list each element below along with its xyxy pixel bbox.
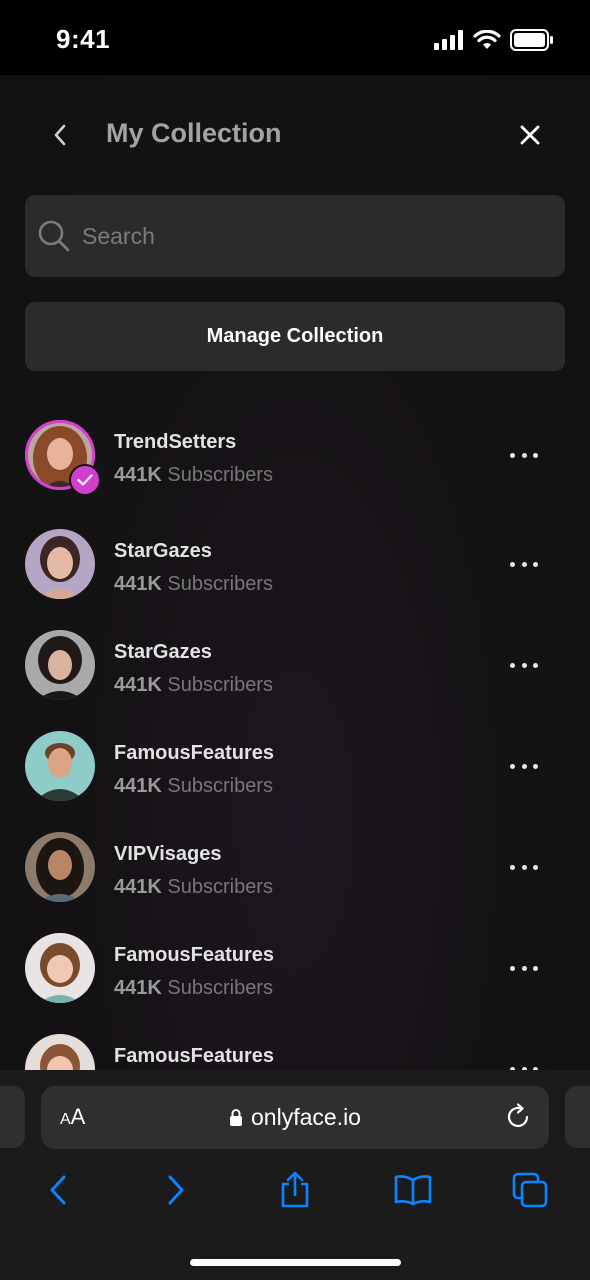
avatar <box>25 529 95 599</box>
next-tab-preview[interactable] <box>565 1086 590 1148</box>
avatar <box>25 731 95 801</box>
reload-icon <box>507 1103 529 1128</box>
item-subscribers: 441K Subscribers <box>114 674 273 697</box>
list-item[interactable]: VIPVisages 441K Subscribers <box>0 832 590 912</box>
more-horizontal-icon <box>510 561 515 567</box>
selected-badge <box>69 464 101 496</box>
list-item[interactable]: StarGazes 441K Subscribers <box>0 630 590 710</box>
status-bar: 9:41 <box>0 0 590 75</box>
subscriber-count: 441K <box>114 464 162 486</box>
nav-forward-button[interactable] <box>156 1170 196 1210</box>
search-bar[interactable] <box>25 195 565 277</box>
lock-icon <box>230 1109 243 1126</box>
previous-tab-preview[interactable] <box>0 1086 25 1148</box>
subscriber-count: 441K <box>114 977 162 999</box>
share-button[interactable] <box>275 1170 315 1210</box>
list-item[interactable]: TrendSetters 441K Subscribers <box>0 420 590 500</box>
more-horizontal-icon <box>510 864 515 870</box>
more-horizontal-icon <box>510 662 515 668</box>
header: My Collection <box>0 75 590 195</box>
subscriber-count: 441K <box>114 775 162 797</box>
item-name: VIPVisages <box>114 843 222 865</box>
item-subscribers: 441K Subscribers <box>114 464 273 487</box>
page-title: My Collection <box>106 118 282 148</box>
item-name: FamousFeatures <box>114 1045 275 1067</box>
tabs-icon <box>512 1172 548 1208</box>
subscriber-count: 441K <box>114 876 162 898</box>
list-item[interactable]: FamousFeatures 441K Subscribers <box>0 933 590 1013</box>
share-icon <box>281 1171 309 1208</box>
subscriber-label: Subscribers <box>167 573 273 595</box>
manage-collection-button[interactable]: Manage Collection <box>25 302 565 371</box>
search-input[interactable] <box>82 222 512 250</box>
home-indicator[interactable] <box>190 1259 401 1266</box>
nav-back-button[interactable] <box>38 1170 78 1210</box>
app-content: My Collection Manage Collection <box>0 75 590 1070</box>
chevron-left-icon <box>54 124 66 146</box>
avatar <box>25 630 95 700</box>
avatar <box>25 933 95 1003</box>
reload-button[interactable] <box>503 1102 533 1132</box>
subscriber-label: Subscribers <box>167 775 273 797</box>
status-time: 9:41 <box>56 24 111 54</box>
status-icons <box>434 29 554 51</box>
item-subscribers: 441K Subscribers <box>114 573 273 596</box>
subscriber-count: 441K <box>114 674 162 696</box>
checkmark-icon <box>77 474 93 486</box>
browser-toolbar: AA onlyface.io <box>0 1070 590 1280</box>
more-options-button[interactable] <box>506 756 542 776</box>
search-icon <box>38 220 70 252</box>
item-name: StarGazes <box>114 641 212 663</box>
more-options-button[interactable] <box>506 554 542 574</box>
item-name: TrendSetters <box>114 431 237 453</box>
item-subscribers: 441K Subscribers <box>114 775 273 798</box>
close-button[interactable] <box>512 117 548 153</box>
battery-icon <box>510 29 553 51</box>
arrow-back-icon <box>50 1175 66 1205</box>
back-button[interactable] <box>42 115 78 155</box>
url-display[interactable]: onlyface.io <box>41 1104 549 1131</box>
more-horizontal-icon <box>510 965 515 971</box>
arrow-forward-icon <box>168 1175 184 1205</box>
list-item[interactable]: FamousFeatures <box>0 1034 590 1070</box>
subscriber-label: Subscribers <box>167 977 273 999</box>
tabs-button[interactable] <box>511 1170 551 1210</box>
subscriber-count: 441K <box>114 573 162 595</box>
subscriber-label: Subscribers <box>167 674 273 696</box>
signal-icon <box>434 30 463 50</box>
item-name: StarGazes <box>114 540 212 562</box>
more-horizontal-icon <box>510 452 515 458</box>
list-item[interactable]: FamousFeatures 441K Subscribers <box>0 731 590 811</box>
url-text: onlyface.io <box>251 1104 361 1130</box>
book-icon <box>394 1175 432 1206</box>
close-icon <box>520 125 540 145</box>
address-bar[interactable]: AA onlyface.io <box>41 1086 549 1149</box>
more-options-button[interactable] <box>506 445 542 465</box>
avatar <box>25 832 95 902</box>
more-options-button[interactable] <box>506 655 542 675</box>
more-horizontal-icon <box>510 763 515 769</box>
avatar <box>25 1034 95 1070</box>
item-subscribers: 441K Subscribers <box>114 977 273 1000</box>
item-name: FamousFeatures <box>114 742 275 764</box>
bookmarks-button[interactable] <box>393 1170 433 1210</box>
list-item[interactable]: StarGazes 441K Subscribers <box>0 529 590 609</box>
item-name: FamousFeatures <box>114 944 275 966</box>
more-options-button[interactable] <box>506 1059 542 1070</box>
more-options-button[interactable] <box>506 857 542 877</box>
subscriber-label: Subscribers <box>167 464 273 486</box>
item-subscribers: 441K Subscribers <box>114 876 273 899</box>
wifi-icon <box>473 30 501 49</box>
subscriber-label: Subscribers <box>167 876 273 898</box>
more-options-button[interactable] <box>506 958 542 978</box>
